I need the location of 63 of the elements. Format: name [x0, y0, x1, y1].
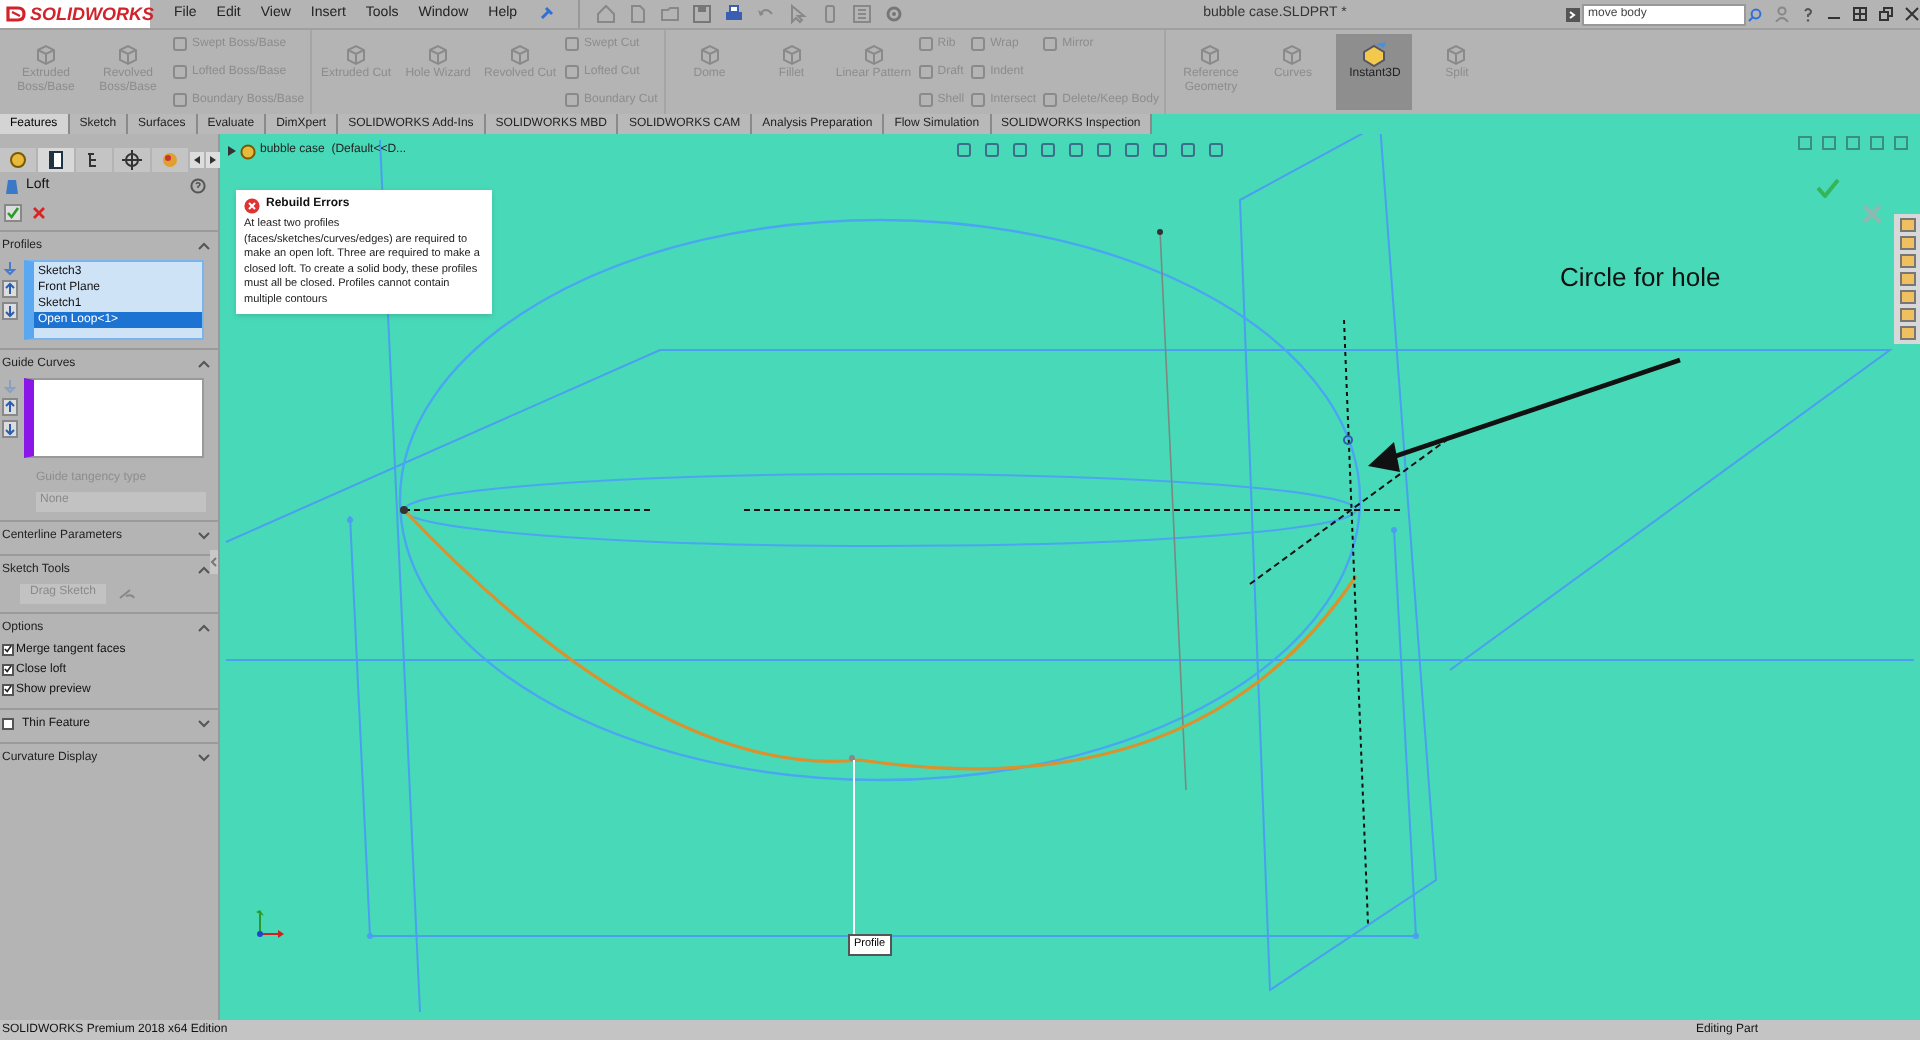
loft-icon: [4, 177, 20, 196]
collapse-icon[interactable]: [198, 566, 210, 574]
cube-icon: [32, 40, 60, 68]
search-icon: [1748, 7, 1762, 21]
cube-icon: [1196, 40, 1225, 68]
logo-text: SOLIDWORKS: [30, 5, 154, 23]
collapse-icon[interactable]: [198, 242, 210, 250]
collapse-icon[interactable]: [198, 624, 210, 632]
pencil-cube-icon: [1360, 40, 1389, 68]
error-icon: [244, 197, 260, 213]
pin-icon[interactable]: [537, 6, 554, 22]
cube-icon: [506, 40, 535, 68]
terminal-icon: [1566, 7, 1580, 21]
checkbox[interactable]: [2, 663, 14, 675]
move-up-icon[interactable]: [2, 397, 18, 415]
scroll-right-icon[interactable]: [206, 151, 220, 167]
help-icon[interactable]: [190, 178, 206, 195]
cube-icon: [342, 40, 371, 68]
cube-icon: [859, 40, 888, 68]
cube-icon: [114, 40, 142, 68]
expand-arrow-icon[interactable]: [228, 146, 236, 156]
panel-icon[interactable]: [38, 147, 74, 171]
ok-icon[interactable]: [4, 203, 22, 221]
cursor-icon[interactable]: [787, 4, 808, 24]
hand-cursor-icon: [118, 585, 137, 601]
move-down-icon[interactable]: [2, 301, 18, 319]
expand-icon[interactable]: [198, 719, 210, 727]
cancel-icon[interactable]: [30, 203, 48, 221]
print-icon[interactable]: [723, 4, 744, 24]
cube-icon: [1278, 40, 1307, 68]
shape-icon: [1042, 36, 1059, 52]
ds-logo-icon: [6, 4, 26, 24]
move-up-icon[interactable]: [2, 279, 18, 297]
gear-icon[interactable]: [883, 4, 904, 24]
panel-collapse-handle-icon[interactable]: [210, 550, 218, 574]
part-icon[interactable]: [0, 147, 36, 171]
profile-select-icon: [2, 259, 18, 275]
crosshair-icon[interactable]: [114, 147, 150, 171]
annotation-text: Circle for hole: [1560, 260, 1721, 296]
help-icon[interactable]: [1800, 6, 1816, 22]
expand-icon[interactable]: [198, 532, 210, 540]
shape-icon: [1042, 92, 1059, 108]
save-icon[interactable]: [691, 4, 712, 24]
cube-icon: [777, 40, 806, 68]
curve-select-icon: [2, 377, 18, 393]
scroll-left-icon[interactable]: [190, 151, 204, 167]
axis-triad-icon: [252, 910, 284, 942]
cube-icon: [1442, 40, 1471, 68]
checkbox[interactable]: [2, 683, 14, 695]
collapse-icon[interactable]: [198, 360, 210, 368]
confirm-check-icon[interactable]: [1816, 178, 1840, 198]
part-icon: [240, 143, 256, 159]
user-icon[interactable]: [1774, 6, 1790, 22]
checkbox[interactable]: [2, 717, 14, 729]
checkbox[interactable]: [2, 643, 14, 655]
tree-icon[interactable]: [76, 147, 112, 171]
guide-curves-list[interactable]: [24, 377, 204, 457]
cube-icon: [695, 40, 724, 68]
move-down-icon[interactable]: [2, 419, 18, 437]
expand-icon[interactable]: [198, 754, 210, 762]
cube-icon: [424, 40, 453, 68]
document-icon[interactable]: [627, 4, 648, 24]
tile-icon[interactable]: [1852, 6, 1868, 22]
